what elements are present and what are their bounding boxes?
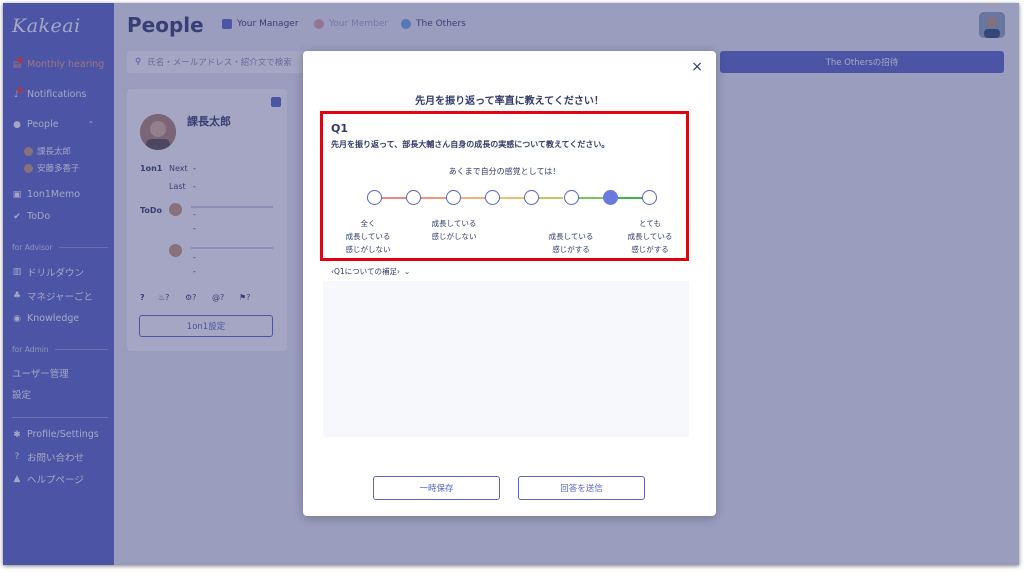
scale-option-radio[interactable] <box>445 190 461 205</box>
submit-answer-button[interactable]: 回答を送信 <box>518 476 645 500</box>
question-box: Q1 先月を振り返って、部長大輔さん自身の成長の実感について教えてください。 あ… <box>320 111 689 261</box>
scale-connector <box>498 197 525 199</box>
scale-option-radio[interactable] <box>563 190 579 205</box>
modal-title: 先月を振り返って率直に教えてください！ <box>415 96 604 107</box>
scale-option-radio[interactable] <box>367 190 382 205</box>
scale-option-radio[interactable] <box>406 190 422 205</box>
scale-option-radio[interactable] <box>524 190 540 205</box>
scale-label: 成長している 感じがする <box>548 232 594 254</box>
answer-textarea[interactable] <box>323 281 689 437</box>
close-icon[interactable]: × <box>691 59 703 75</box>
scale-connector <box>577 197 603 199</box>
supplement-toggle[interactable]: ‹Q1についての補足› ⌄ <box>331 266 410 277</box>
scale-connector <box>616 197 643 199</box>
scale-option-radio[interactable] <box>602 190 618 205</box>
scale-option-radio[interactable] <box>484 190 500 205</box>
scale-label: 成長している 感じがしない <box>431 219 477 241</box>
rating-scale: 全く 成長している 感じがしない 成長している 感じがしない 成長している 感じ… <box>323 114 686 264</box>
scale-label: とても 成長している 感じがする <box>627 219 673 254</box>
scale-connector <box>381 197 407 199</box>
supplement-label: ‹Q1についての補足› <box>331 267 400 276</box>
survey-modal: × 先月を振り返って率直に教えてください！ Q1 先月を振り返って、部長大輔さん… <box>303 51 716 516</box>
scale-option-radio[interactable] <box>642 190 658 205</box>
scale-label: 全く 成長している 感じがしない <box>345 219 391 254</box>
app-window: Kakeai ▤ Monthly hearing ♪ Notifications… <box>3 3 1019 565</box>
scale-connector <box>459 197 485 199</box>
scale-connector <box>420 197 446 199</box>
scale-connector <box>538 197 564 199</box>
chevron-down-icon: ⌄ <box>403 267 411 276</box>
save-draft-button[interactable]: 一時保存 <box>373 476 500 500</box>
